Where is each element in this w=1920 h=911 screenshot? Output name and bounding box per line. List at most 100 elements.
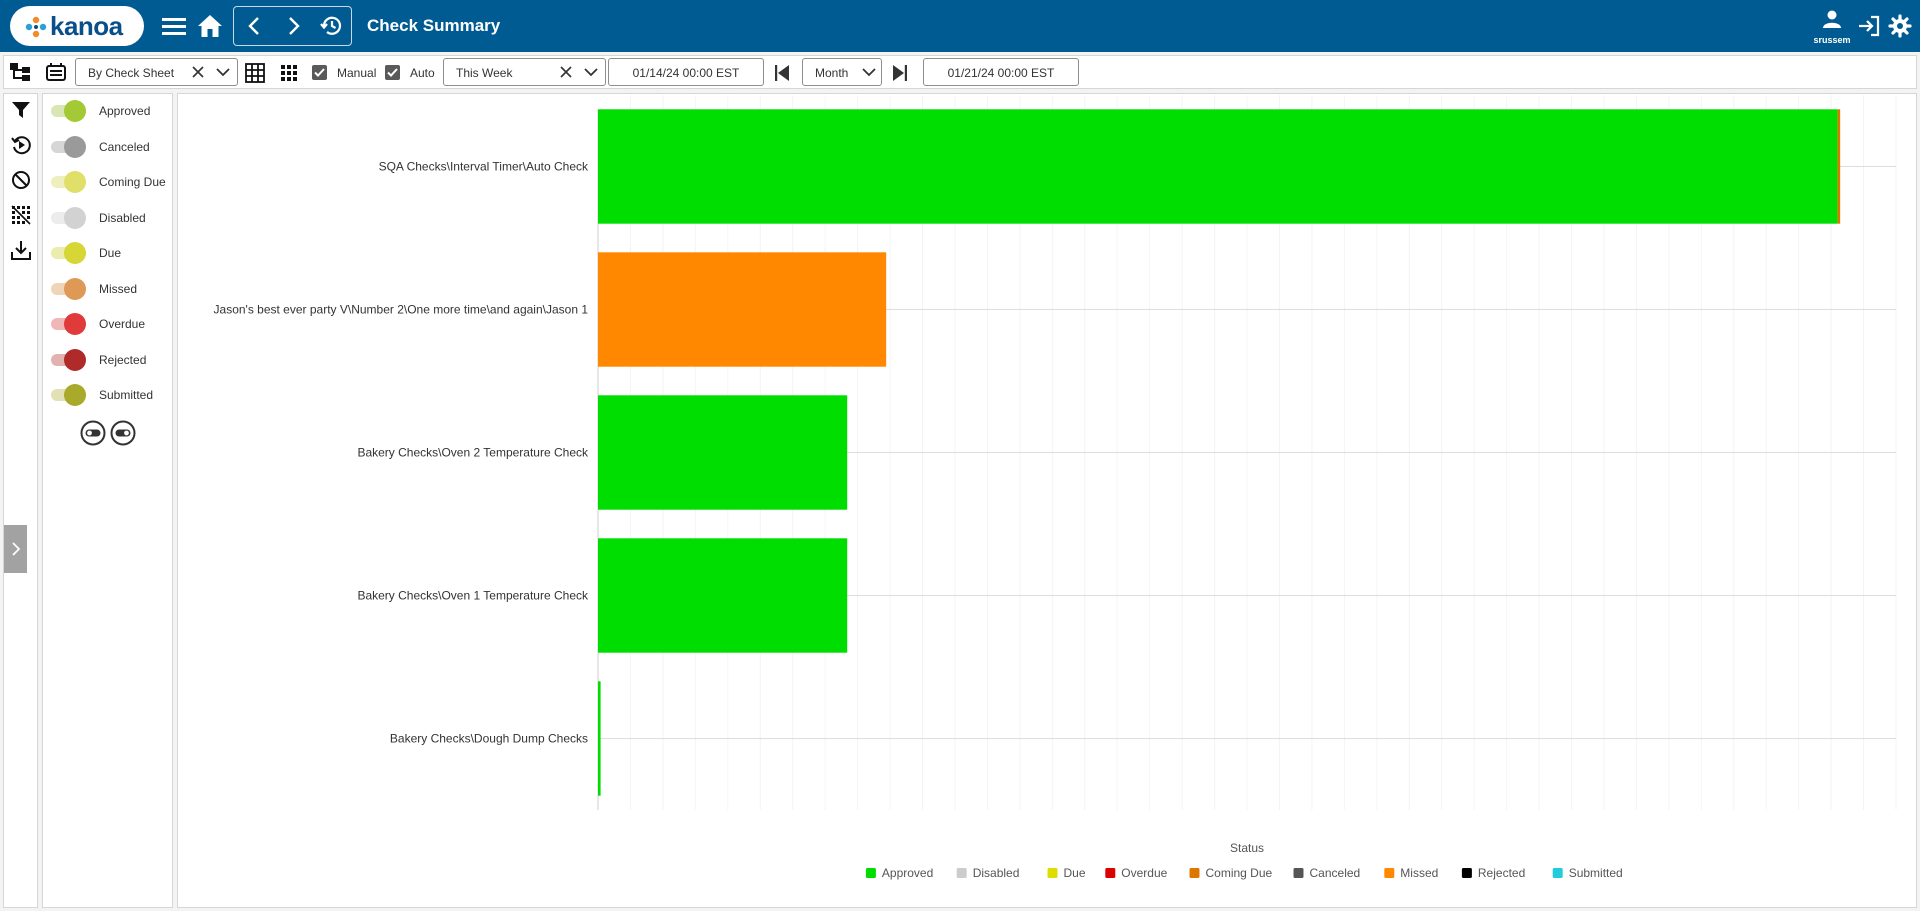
- legend-label[interactable]: Rejected: [1478, 866, 1525, 880]
- kanoa-logo-mark-icon: [25, 16, 47, 38]
- legend-label[interactable]: Missed: [1400, 866, 1438, 880]
- clear-icon[interactable]: [559, 65, 573, 79]
- toggle-knob[interactable]: [64, 206, 86, 229]
- legend-label[interactable]: Submitted: [1569, 866, 1623, 880]
- check-summary-chart-panel: SQA Checks\Interval Timer\Auto Check Jaso…: [177, 93, 1917, 908]
- legend-swatch-missed[interactable]: [1384, 868, 1395, 878]
- tool-icon-strip: [3, 93, 38, 908]
- filter-icon[interactable]: [10, 99, 32, 121]
- download-icon[interactable]: [10, 239, 32, 261]
- status-toggle-label: Rejected: [99, 352, 147, 367]
- grid-off-icon[interactable]: [10, 204, 32, 226]
- status-toggle-label: Coming Due: [99, 175, 166, 189]
- interval-select[interactable]: Month: [802, 58, 882, 86]
- user-profile[interactable]: srussem: [1810, 8, 1854, 48]
- legend-swatch-approved[interactable]: [865, 868, 876, 878]
- toggle-knob[interactable]: [64, 135, 86, 158]
- status-toggle-label: Approved: [99, 104, 151, 118]
- block-icon[interactable]: [10, 169, 32, 191]
- replay-icon[interactable]: [10, 134, 32, 156]
- history-icon[interactable]: [316, 10, 348, 42]
- check-summary-bar-chart: SQA Checks\Interval Timer\Auto Check Jaso…: [214, 95, 1897, 880]
- legend-label[interactable]: Due: [1064, 866, 1086, 880]
- clear-icon[interactable]: [191, 65, 205, 79]
- status-toggle-label: Disabled: [99, 210, 146, 225]
- history-nav-group: [233, 6, 352, 46]
- expand-panel-tab[interactable]: [4, 525, 27, 573]
- hierarchy-icon[interactable]: [8, 61, 32, 83]
- group-by-select[interactable]: By Check Sheet: [75, 58, 238, 86]
- bar-approved[interactable]: [598, 538, 848, 653]
- status-toggle-submitted[interactable]: Submitted: [51, 383, 171, 407]
- legend-label[interactable]: Coming Due: [1206, 866, 1273, 880]
- category-label: Jason's best ever party V\Number 2\One m…: [214, 303, 589, 317]
- bar-approved[interactable]: [598, 395, 848, 510]
- legend-swatch-rejected[interactable]: [1461, 868, 1472, 878]
- toggle-knob[interactable]: [64, 100, 86, 122]
- period-value: This Week: [456, 66, 513, 80]
- user-icon: [1823, 10, 1841, 28]
- status-toggle-missed[interactable]: Missed: [51, 277, 171, 301]
- toggle-knob[interactable]: [64, 242, 86, 264]
- logout-icon[interactable]: [1853, 10, 1885, 42]
- legend-label[interactable]: Disabled: [973, 866, 1020, 880]
- checkmark-icon: [387, 68, 398, 77]
- table-grid-icon[interactable]: [244, 62, 266, 84]
- settings-gear-icon[interactable]: [1884, 10, 1916, 42]
- period-select[interactable]: This Week: [443, 58, 606, 86]
- forward-arrow-icon[interactable]: [278, 10, 310, 42]
- legend-swatch-coming-due[interactable]: [1189, 868, 1200, 878]
- chevron-right-icon: [11, 542, 20, 556]
- chevron-down-icon[interactable]: [861, 65, 877, 79]
- toggle-knob[interactable]: [64, 313, 86, 335]
- toggle-knob[interactable]: [64, 348, 86, 371]
- checklist-icon[interactable]: [44, 61, 68, 83]
- bar-approved[interactable]: [598, 681, 601, 796]
- status-toggle-overdue[interactable]: Overdue: [51, 312, 171, 336]
- back-arrow-icon[interactable]: [238, 10, 270, 42]
- status-toggle-canceled[interactable]: Canceled: [51, 135, 171, 159]
- skip-previous-icon[interactable]: [773, 63, 791, 83]
- status-toggle-due[interactable]: Due: [51, 241, 171, 265]
- bar-missed[interactable]: [598, 252, 887, 367]
- home-icon[interactable]: [194, 10, 226, 42]
- legend-label[interactable]: Canceled: [1310, 866, 1361, 880]
- chevron-down-icon[interactable]: [215, 65, 231, 79]
- top-bar: kanoa Check Summary srussem: [0, 0, 1920, 52]
- kanoa-logo[interactable]: kanoa: [10, 6, 144, 46]
- legend-label[interactable]: Approved: [882, 866, 933, 880]
- filter-toolbar: By Check Sheet Manual Auto This Week 01/…: [3, 55, 1917, 89]
- status-toggle-label: Missed: [99, 281, 138, 296]
- legend-swatch-due[interactable]: [1047, 868, 1058, 878]
- toggle-all-off-icon[interactable]: [80, 420, 106, 446]
- status-toggle-coming-due[interactable]: Coming Due: [51, 170, 171, 194]
- interval-value: Month: [815, 66, 849, 80]
- toggle-all-on-icon[interactable]: [110, 420, 136, 446]
- bar-coming-due[interactable]: [1837, 109, 1841, 224]
- legend-label[interactable]: Overdue: [1121, 866, 1167, 880]
- end-date-field[interactable]: 01/21/24 00:00 EST: [923, 58, 1079, 86]
- status-toggle-disabled[interactable]: Disabled: [51, 206, 171, 230]
- auto-checkbox[interactable]: [385, 65, 400, 80]
- skip-next-icon[interactable]: [891, 63, 909, 83]
- legend-swatch-submitted[interactable]: [1552, 868, 1563, 878]
- toggle-knob[interactable]: [64, 384, 86, 406]
- status-toggle-rejected[interactable]: Rejected: [51, 348, 171, 372]
- menu-icon[interactable]: [158, 10, 190, 42]
- tile-view-icon[interactable]: [280, 64, 298, 82]
- status-filter-panel: Approved Canceled Coming Due Disabled Due Mis…: [42, 93, 173, 908]
- toggle-knob[interactable]: [64, 277, 86, 300]
- bar-approved[interactable]: [598, 109, 1838, 224]
- legend-swatch-disabled[interactable]: [956, 868, 967, 878]
- legend-swatch-overdue[interactable]: [1105, 868, 1116, 878]
- category-label: Bakery Checks\Oven 2 Temperature Check: [357, 446, 589, 460]
- toggle-knob[interactable]: [64, 171, 86, 193]
- manual-checkbox[interactable]: [312, 65, 327, 80]
- category-label: SQA Checks\Interval Timer\Auto Check: [379, 160, 589, 174]
- status-toggle-approved[interactable]: Approved: [51, 99, 171, 123]
- legend-swatch-canceled[interactable]: [1293, 868, 1304, 878]
- status-toggle-label: Submitted: [99, 388, 154, 402]
- manual-label: Manual: [337, 66, 377, 80]
- chevron-down-icon[interactable]: [583, 65, 599, 79]
- start-date-field[interactable]: 01/14/24 00:00 EST: [608, 58, 764, 86]
